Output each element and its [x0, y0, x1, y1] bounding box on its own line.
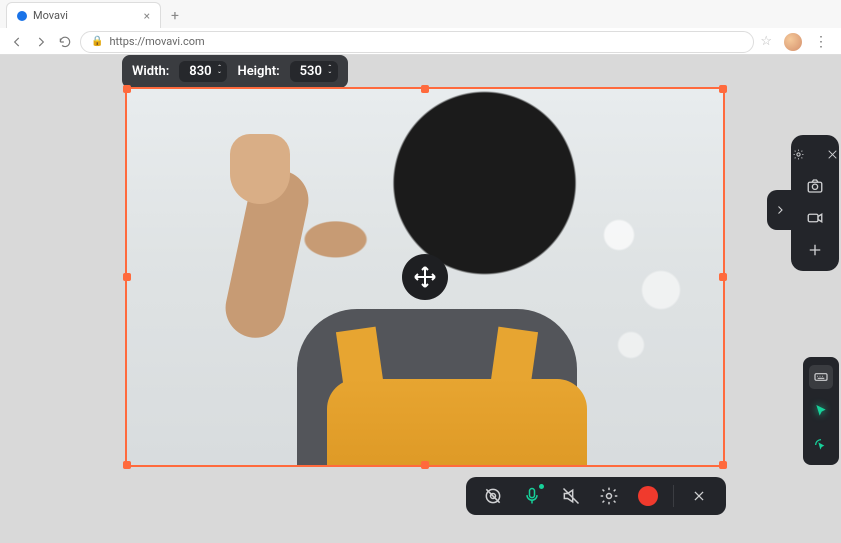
dimension-toolbar[interactable]: Width: 830 ˆ ˇ Height: 530 ˆ ˇ	[122, 55, 348, 88]
menu-icon[interactable]: ⋮	[814, 34, 827, 50]
new-tab-button[interactable]: +	[163, 4, 187, 28]
move-handle[interactable]	[402, 254, 448, 300]
resize-handle-bm[interactable]	[421, 461, 429, 469]
resize-handle-br[interactable]	[719, 461, 727, 469]
webcam-off-icon	[483, 486, 503, 506]
resize-handle-mr[interactable]	[719, 273, 727, 281]
chevron-down-icon: ˇ	[328, 72, 332, 79]
show-keystrokes-button[interactable]	[809, 365, 833, 389]
speaker-off-icon	[561, 486, 581, 506]
side-tools-panel	[791, 135, 839, 271]
add-button[interactable]	[802, 239, 828, 261]
tab-title: Movavi	[33, 9, 68, 22]
tab-strip: Movavi × +	[0, 0, 841, 28]
resize-handle-tl[interactable]	[123, 85, 131, 93]
browser-chrome: Movavi × + 🔒 https://movavi.com ☆ ⋮	[0, 0, 841, 55]
record-video-button[interactable]	[802, 207, 828, 229]
width-value: 830	[189, 64, 211, 79]
resize-handle-ml[interactable]	[123, 273, 131, 281]
chevron-right-icon	[774, 204, 786, 216]
cursor-icon	[813, 403, 829, 419]
height-input[interactable]: 530 ˆ ˇ	[290, 61, 338, 82]
close-icon	[826, 148, 839, 161]
camera-icon	[806, 177, 824, 195]
highlight-clicks-button[interactable]	[809, 433, 833, 457]
expand-panel-button[interactable]	[767, 190, 793, 230]
microphone-icon	[522, 486, 542, 506]
reload-button[interactable]	[56, 33, 74, 51]
url-text: https://movavi.com	[109, 35, 204, 48]
bookmark-icon[interactable]: ☆	[760, 34, 772, 49]
width-input[interactable]: 830 ˆ ˇ	[179, 61, 227, 82]
height-value: 530	[300, 64, 322, 79]
panel-close-button[interactable]	[819, 143, 841, 165]
webcam-toggle-button[interactable]	[479, 482, 507, 510]
settings-button[interactable]	[595, 482, 623, 510]
panel-settings-button[interactable]	[785, 143, 811, 165]
height-label: Height:	[237, 64, 279, 79]
highlight-cursor-button[interactable]	[809, 399, 833, 423]
close-tab-icon[interactable]: ×	[144, 10, 150, 22]
close-icon	[692, 489, 706, 503]
cursor-effects-panel	[803, 357, 839, 465]
divider	[673, 485, 674, 507]
capture-region[interactable]	[125, 87, 725, 467]
profile-avatar[interactable]	[784, 33, 802, 51]
height-stepper[interactable]: ˆ ˇ	[328, 65, 332, 79]
resize-handle-bl[interactable]	[123, 461, 131, 469]
gear-icon	[599, 486, 619, 506]
resize-handle-tm[interactable]	[421, 85, 429, 93]
video-camera-icon	[806, 209, 824, 227]
back-button[interactable]	[8, 33, 26, 51]
toolbar-right: ☆ ⋮	[760, 33, 833, 51]
record-button[interactable]	[634, 482, 662, 510]
recorder-toolbar	[466, 477, 726, 515]
cursor-click-icon	[813, 437, 829, 453]
move-icon	[413, 265, 437, 289]
system-audio-toggle-button[interactable]	[557, 482, 585, 510]
plus-icon	[806, 241, 824, 259]
resize-handle-tr[interactable]	[719, 85, 727, 93]
chevron-down-icon: ˇ	[218, 72, 222, 79]
lock-icon: 🔒	[91, 36, 103, 47]
favicon-icon	[17, 11, 27, 21]
gear-icon	[792, 148, 805, 161]
screenshot-button[interactable]	[802, 175, 828, 197]
width-label: Width:	[132, 64, 169, 79]
browser-toolbar: 🔒 https://movavi.com ☆ ⋮	[0, 28, 841, 55]
record-icon	[638, 486, 658, 506]
browser-tab[interactable]: Movavi ×	[6, 2, 161, 28]
forward-button[interactable]	[32, 33, 50, 51]
keyboard-icon	[813, 369, 829, 385]
address-bar[interactable]: 🔒 https://movavi.com	[80, 31, 754, 53]
width-stepper[interactable]: ˆ ˇ	[218, 65, 222, 79]
active-indicator-icon	[539, 484, 544, 489]
microphone-toggle-button[interactable]	[518, 482, 546, 510]
cancel-button[interactable]	[685, 482, 713, 510]
